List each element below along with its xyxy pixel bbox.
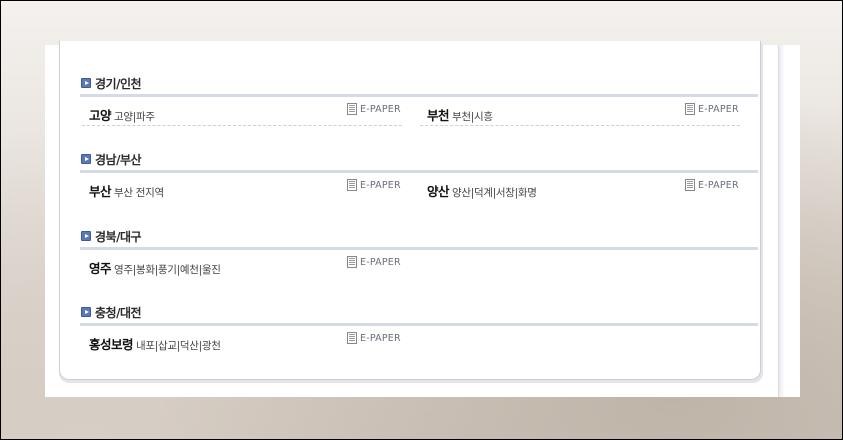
edition-name-link[interactable]: 부산 부산 전지역 [89,181,164,200]
section-row: 홍성보령 내포|삽교|덕산|광천 E-PAPER [80,326,758,356]
section-gyeongbuk-daegu: 경북/대구 영주 영주|봉화|풍기|예천|울진 E-PAPER [80,225,758,280]
section-header: 경기/인천 [80,72,758,97]
section-title: 경기/인천 [95,76,142,91]
content-page: 경기/인천 고양 고양|파주 E-PAPER 부천 부천|시흥 E-PAPER 경남… [45,41,800,397]
edition-areas: 부산 전지역 [114,187,164,199]
section-gyeonggi-incheon: 경기/인천 고양 고양|파주 E-PAPER 부천 부천|시흥 E-PAPER [80,72,758,127]
edition-name-link[interactable]: 고양 고양|파주 [89,105,155,124]
epaper-link[interactable]: E-PAPER [685,103,739,115]
edition-areas: 내포|삽교|덕산|광천 [136,340,221,352]
section-chungcheong-daejeon: 충청/대전 홍성보령 내포|삽교|덕산|광천 E-PAPER [80,301,758,356]
play-arrow-icon [81,231,91,241]
document-icon [347,103,357,115]
edition-name-link[interactable]: 양산 양산|덕계|서창|화명 [427,181,537,200]
section-title: 경북/대구 [95,229,142,244]
play-arrow-icon [81,307,91,317]
document-icon [347,256,357,268]
section-row: 부산 부산 전지역 E-PAPER 양산 양산|덕계|서창|화명 E-PAPER [80,173,758,203]
document-icon [685,103,695,115]
edition-name-link[interactable]: 홍성보령 내포|삽교|덕산|광천 [89,334,221,353]
section-title: 경남/부산 [95,152,142,167]
epaper-link[interactable]: E-PAPER [347,256,401,268]
edition-areas: 부천|시흥 [452,111,493,123]
document-icon [347,179,357,191]
edition-areas: 고양|파주 [114,111,155,123]
edition-entry-hongseong-boryeong: 홍성보령 내포|삽교|덕산|광천 E-PAPER [82,326,402,354]
edition-entry-goyang: 고양 고양|파주 E-PAPER [82,97,402,126]
epaper-link[interactable]: E-PAPER [347,179,401,191]
play-arrow-icon [81,154,91,164]
play-arrow-icon [81,78,91,88]
epaper-link[interactable]: E-PAPER [347,332,401,344]
epaper-link[interactable]: E-PAPER [347,103,401,115]
edition-entry-busan: 부산 부산 전지역 E-PAPER [82,173,402,201]
document-icon [347,332,357,344]
section-row: 고양 고양|파주 E-PAPER 부천 부천|시흥 E-PAPER [80,97,758,127]
document-icon [685,179,695,191]
section-title: 충청/대전 [95,305,142,320]
edition-name-link[interactable]: 영주 영주|봉화|풍기|예천|울진 [89,258,221,277]
section-row: 영주 영주|봉화|풍기|예천|울진 E-PAPER [80,250,758,280]
section-header: 경남/부산 [80,148,758,173]
section-header: 충청/대전 [80,301,758,326]
edition-areas: 영주|봉화|풍기|예천|울진 [114,264,221,276]
section-header: 경북/대구 [80,225,758,250]
window-frame: 경기/인천 고양 고양|파주 E-PAPER 부천 부천|시흥 E-PAPER 경남… [0,0,843,440]
edition-entry-bucheon: 부천 부천|시흥 E-PAPER [420,97,740,126]
edition-areas: 양산|덕계|서창|화명 [452,187,537,199]
section-gyeongnam-busan: 경남/부산 부산 부산 전지역 E-PAPER 양산 양산|덕계|서창|화명 E-P… [80,148,758,203]
edition-entry-yangsan: 양산 양산|덕계|서창|화명 E-PAPER [420,173,740,201]
epaper-link[interactable]: E-PAPER [685,179,739,191]
edition-name-link[interactable]: 부천 부천|시흥 [427,105,493,124]
edition-entry-yeongju: 영주 영주|봉화|풍기|예천|울진 E-PAPER [82,250,402,278]
right-edge-bar [778,45,785,397]
